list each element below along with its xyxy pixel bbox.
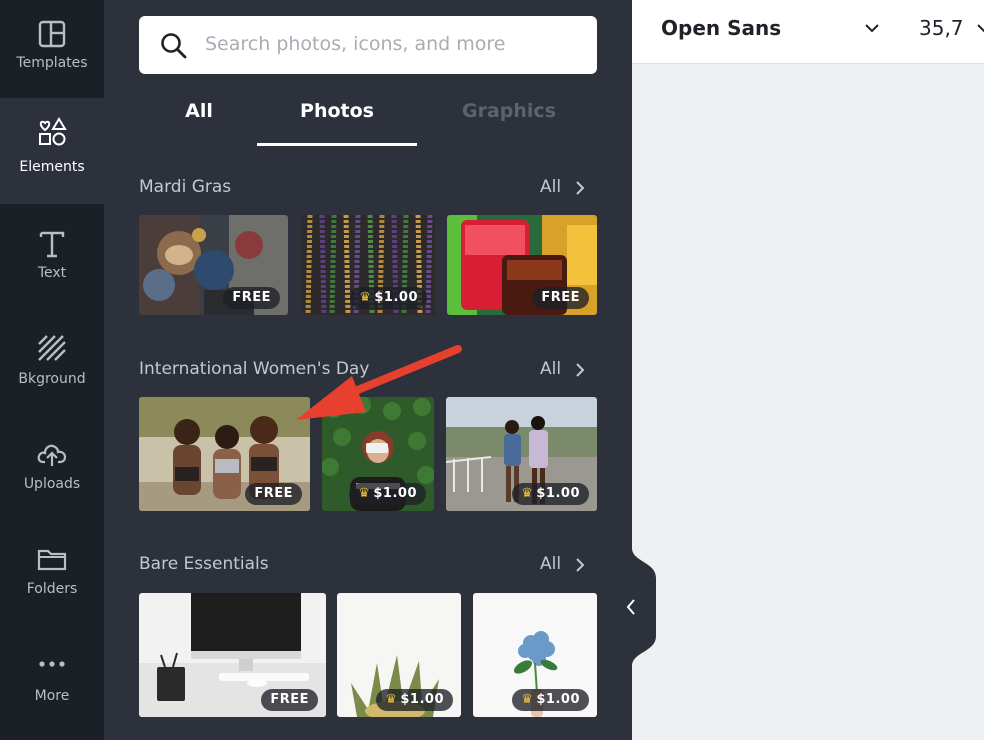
price-badge: ♛ $1.00 [512,483,589,505]
photo-thumbnail[interactable]: FREE [139,397,310,511]
sidebar-item-text[interactable]: Text [0,204,104,309]
chevron-right-icon[interactable] [574,362,586,378]
elements-icon [39,117,67,146]
text-icon [39,231,65,258]
font-size-select[interactable]: 35,7 [919,16,964,40]
price-badge: FREE [532,287,589,309]
templates-icon [38,20,66,48]
crown-icon: ♛ [385,692,398,707]
sidebar-item-uploads[interactable]: Uploads [0,414,104,519]
sidebar-item-templates[interactable]: Templates [0,0,104,98]
sidebar-item-label: Bkground [18,371,86,387]
photo-thumbnail[interactable]: ♛ $1.00 [337,593,461,717]
photo-thumbnail[interactable]: ♛ $1.00 [322,397,434,511]
upload-cloud-icon [37,444,67,466]
sidebar-item-elements[interactable]: Elements [0,98,104,204]
folder-icon [37,549,67,571]
search-box[interactable]: Search photos, icons, and more [139,16,597,74]
text-toolbar: Open Sans 35,7 [632,0,984,64]
crown-icon: ♛ [358,486,371,501]
sidebar-item-more[interactable]: More [0,624,104,729]
sidebar-item-label: Templates [16,55,88,71]
category-tabs: All Photos Graphics [139,100,597,146]
sidebar-item-label: Text [37,265,67,281]
price-badge: FREE [223,287,280,309]
tab-all[interactable]: All [139,100,259,146]
chevron-right-icon[interactable] [574,557,586,573]
photo-thumbnail[interactable]: ♛ $1.00 [446,397,597,511]
sidebar-item-folders[interactable]: Folders [0,519,104,624]
more-dots-icon [39,661,65,667]
sidebar-item-label: Uploads [23,476,81,492]
photo-thumbnail[interactable]: FREE [447,215,597,315]
search-input[interactable]: Search photos, icons, and more [205,33,505,55]
price-badge: FREE [245,483,302,505]
see-all-link[interactable]: All [540,359,561,379]
chevron-right-icon[interactable] [574,180,586,196]
see-all-link[interactable]: All [540,554,561,574]
price-badge: ♛ $1.00 [376,689,453,711]
photo-thumbnail[interactable]: ♛ $1.00 [473,593,597,717]
crown-icon: ♛ [521,692,534,707]
price-badge: FREE [261,689,318,711]
tab-graphics[interactable]: Graphics [439,100,579,146]
sidebar-item-background[interactable]: Bkground [0,309,104,414]
photo-thumbnail[interactable]: FREE [139,215,288,315]
sidebar-item-label: Elements [19,159,85,175]
tab-photos[interactable]: Photos [257,100,417,146]
sidebar-item-label: Folders [26,581,78,597]
photo-thumbnail[interactable]: ♛ $1.00 [302,215,435,315]
section-title: International Women's Day [139,359,370,379]
sidebar-rail: Templates Elements Text Bkground Uploads… [0,0,104,740]
sidebar-item-label: More [34,688,70,704]
chevron-down-icon[interactable] [864,22,880,34]
elements-panel: Search photos, icons, and more All Photo… [104,0,632,740]
price-badge: ♛ $1.00 [512,689,589,711]
price-badge: ♛ $1.00 [349,483,426,505]
font-family-select[interactable]: Open Sans [661,16,781,40]
search-icon [161,33,187,59]
collapse-panel-button[interactable] [612,548,656,666]
chevron-down-icon[interactable] [976,22,984,34]
section-title: Bare Essentials [139,554,269,574]
photo-thumbnail[interactable]: FREE [139,593,326,717]
section-title: Mardi Gras [139,177,232,197]
crown-icon: ♛ [359,290,372,305]
crown-icon: ♛ [521,486,534,501]
see-all-link[interactable]: All [540,177,561,197]
editor-window: Templates Elements Text Bkground Uploads… [0,0,984,740]
price-badge: ♛ $1.00 [350,287,427,309]
background-icon [38,335,66,361]
